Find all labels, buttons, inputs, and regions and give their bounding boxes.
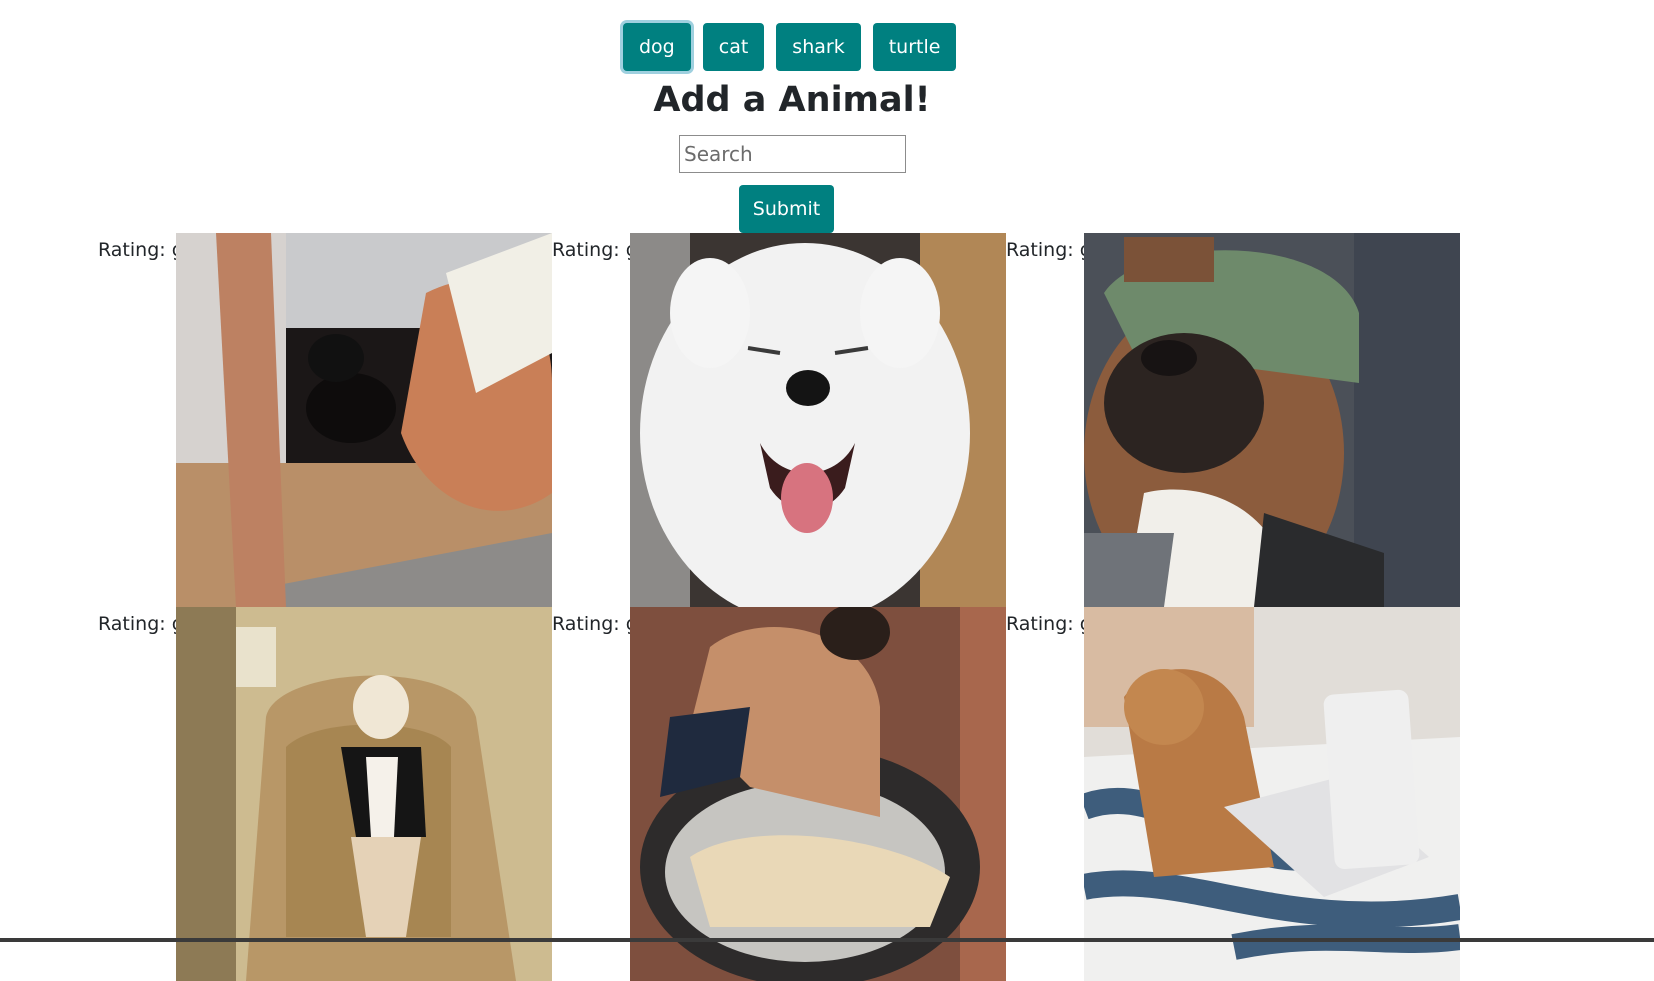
animal-button-dog[interactable]: dog: [623, 23, 691, 71]
window-bottom-bar: [0, 938, 1654, 942]
gif-image[interactable]: [630, 607, 1006, 981]
dog-gif-image: [1084, 233, 1460, 607]
gif-image[interactable]: [630, 233, 1006, 607]
gif-card: Rating: g: [552, 233, 1006, 607]
gif-rating: Rating: g: [1006, 613, 1084, 635]
dog-gif-image: [630, 233, 1006, 607]
dog-gif-image: [630, 607, 1006, 981]
gif-rating: Rating: g: [1006, 239, 1084, 261]
dog-gif-image: [176, 607, 552, 981]
animal-button-cat[interactable]: cat: [702, 23, 765, 71]
gif-image[interactable]: [1084, 607, 1460, 981]
gif-card: Rating: g: [1006, 233, 1460, 607]
gif-card: Rating: g: [1006, 607, 1460, 981]
gif-rating: Rating: g: [552, 239, 630, 261]
search-input[interactable]: [679, 135, 906, 173]
gif-rating: Rating: g: [98, 613, 176, 635]
gif-image[interactable]: [176, 233, 552, 607]
animal-button-bar: dog cat shark turtle: [623, 23, 968, 71]
submit-button[interactable]: Submit: [739, 185, 834, 233]
add-animal-heading: Add a Animal!: [653, 80, 931, 120]
animal-button-turtle[interactable]: turtle: [872, 23, 957, 71]
gif-row: Rating: g Rating: g Rating: g: [98, 233, 1460, 607]
gif-row: Rating: g Rating: g Rating: g: [98, 607, 1460, 981]
gif-rating: Rating: g: [552, 613, 630, 635]
gif-image[interactable]: [1084, 233, 1460, 607]
gif-card: Rating: g: [552, 607, 1006, 981]
gif-grid: Rating: g Rating: g Rating: g Rating: g …: [98, 233, 1460, 981]
gif-card: Rating: g: [98, 233, 552, 607]
gif-image[interactable]: [176, 607, 552, 981]
animal-button-shark[interactable]: shark: [776, 23, 861, 71]
gif-card: Rating: g: [98, 607, 552, 981]
dog-gif-image: [1084, 607, 1460, 981]
gif-rating: Rating: g: [98, 239, 176, 261]
dog-gif-image: [176, 233, 552, 607]
